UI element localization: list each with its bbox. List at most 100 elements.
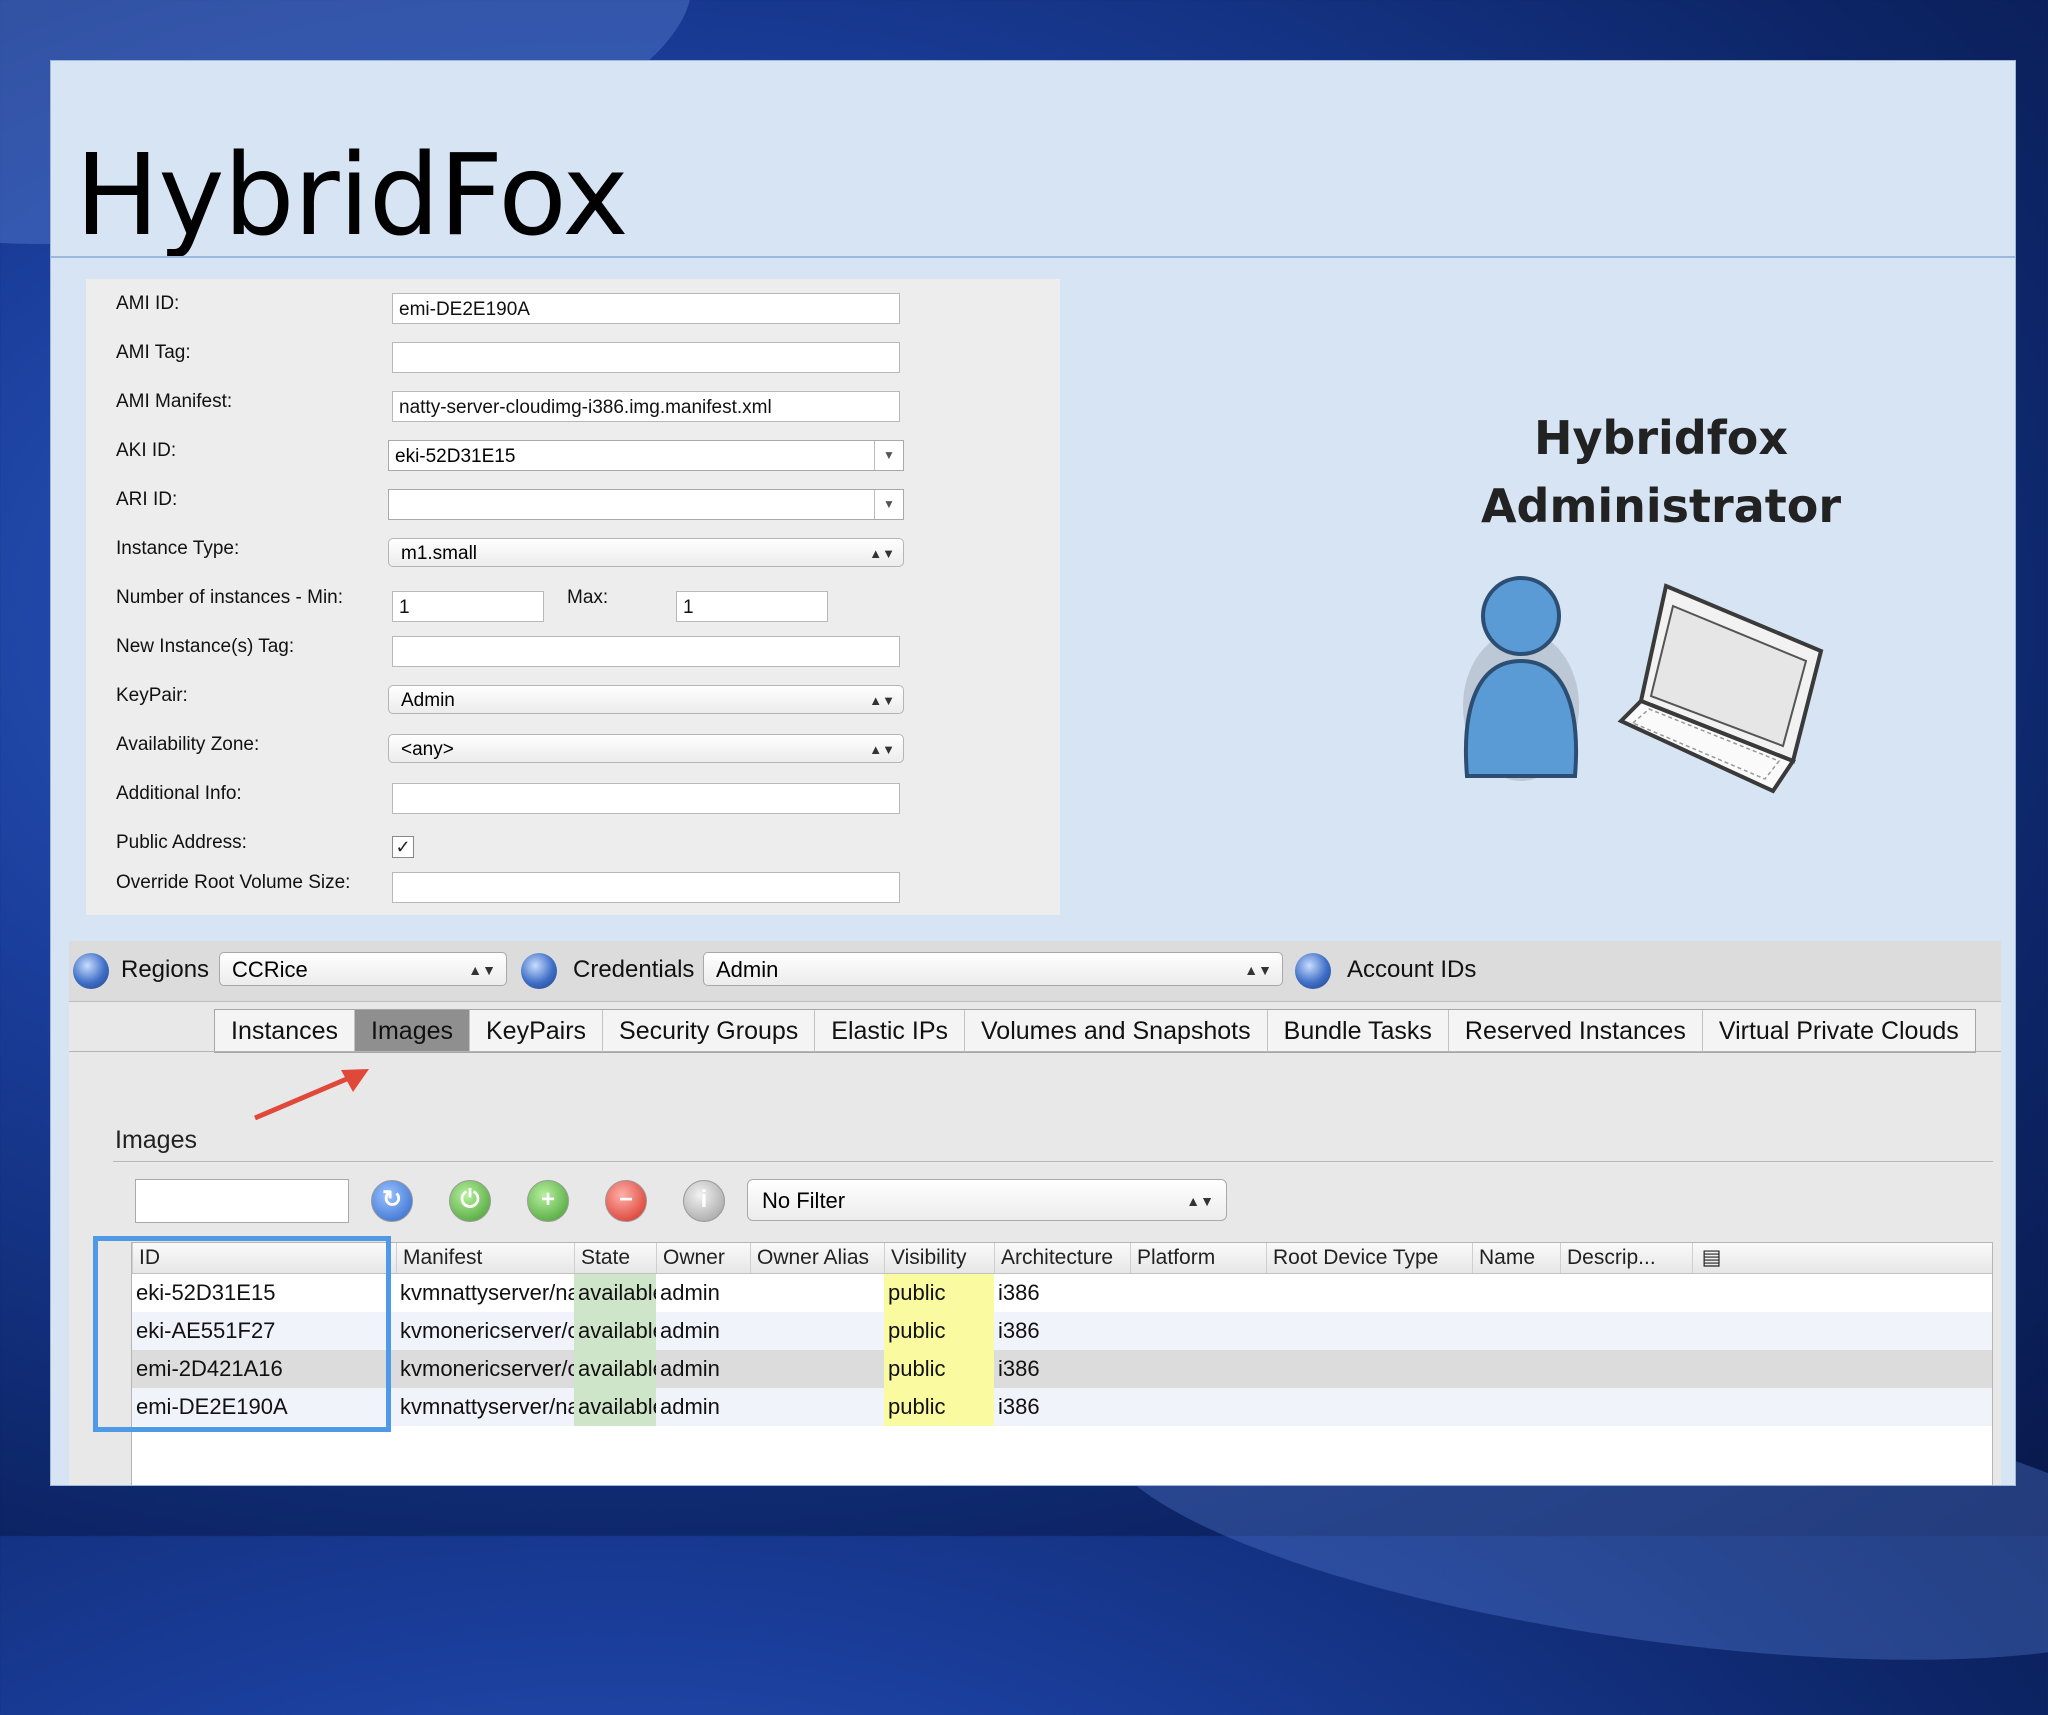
cell-architecture: i386: [998, 1318, 1040, 1343]
tab-images[interactable]: Images: [355, 1010, 470, 1052]
updown-arrows-icon: ▲▼: [468, 962, 496, 978]
table-row[interactable]: eki-AE551F27 kvmonericserver/onei... ava…: [132, 1312, 1992, 1350]
table-row[interactable]: emi-DE2E190A kvmnattyserver/natty... ava…: [132, 1388, 1992, 1426]
column-header-architecture[interactable]: Architecture: [994, 1243, 1130, 1273]
column-header-visibility[interactable]: Visibility: [884, 1243, 994, 1273]
tab-bundle-tasks[interactable]: Bundle Tasks: [1268, 1010, 1449, 1052]
tab-reserved-instances[interactable]: Reserved Instances: [1449, 1010, 1703, 1052]
images-search-input[interactable]: [135, 1179, 349, 1223]
cell-manifest: kvmonericserver/onei...: [400, 1356, 574, 1381]
tab-volumes-snapshots[interactable]: Volumes and Snapshots: [965, 1010, 1268, 1052]
slide-title: HybridFox: [75, 131, 629, 261]
column-header-root-device-type[interactable]: Root Device Type: [1266, 1243, 1472, 1273]
additional-info-field[interactable]: [392, 783, 900, 814]
cell-manifest: kvmonericserver/onei...: [400, 1318, 574, 1343]
illustration-title-line1: Hybridfox: [1533, 411, 1789, 465]
max-instances-label: Max:: [567, 587, 609, 608]
ami-manifest-label: AMI Manifest:: [116, 391, 233, 412]
keypair-select[interactable]: Admin ▲▼: [388, 685, 904, 714]
cell-owner-alias: [750, 1312, 884, 1350]
section-divider: [113, 1161, 1993, 1162]
account-ids-button[interactable]: Account IDs: [1347, 956, 1476, 984]
cell-owner: admin: [660, 1394, 720, 1419]
tab-instances[interactable]: Instances: [215, 1010, 356, 1052]
max-instances-field[interactable]: 1: [676, 591, 828, 622]
table-header: ID Manifest State Owner Owner Alias Visi…: [132, 1243, 1992, 1274]
override-root-label: Override Root Volume Size:: [116, 872, 351, 893]
availability-zone-select[interactable]: <any> ▲▼: [388, 734, 904, 763]
cell-owner-alias: [750, 1274, 884, 1312]
ari-id-combobox[interactable]: ▼: [388, 489, 904, 520]
credentials-value: Admin: [716, 957, 779, 982]
plus-icon: +: [540, 1186, 555, 1213]
cell-visibility: public: [884, 1388, 994, 1426]
column-header-owner[interactable]: Owner: [656, 1243, 750, 1273]
cell-architecture: i386: [998, 1394, 1040, 1419]
cell-state: available: [574, 1350, 656, 1388]
aki-id-value: eki-52D31E15: [395, 446, 516, 467]
instance-type-label: Instance Type:: [116, 538, 240, 559]
cell-visibility: public: [884, 1350, 994, 1388]
additional-info-label: Additional Info:: [116, 783, 242, 804]
column-header-owner-alias[interactable]: Owner Alias: [750, 1243, 884, 1273]
ami-id-label: AMI ID:: [116, 293, 180, 314]
illustration-title-line2: Administrator: [1480, 479, 1842, 533]
form-row-keypair: KeyPair: Admin ▲▼: [86, 683, 1060, 719]
account-ids-icon[interactable]: [1295, 953, 1331, 989]
updown-arrows-icon: ▲▼: [1186, 1193, 1214, 1209]
tab-virtual-private-clouds[interactable]: Virtual Private Clouds: [1703, 1010, 1975, 1052]
globe-icon: [73, 953, 109, 989]
image-filter-select[interactable]: No Filter ▲▼: [747, 1179, 1227, 1221]
launch-form-panel: AMI ID: emi-DE2E190A AMI Tag: AMI Manife…: [86, 279, 1060, 915]
credentials-select[interactable]: Admin ▲▼: [703, 952, 1283, 986]
ami-tag-field[interactable]: [392, 342, 900, 373]
public-address-checkbox[interactable]: ✓: [392, 836, 414, 858]
chevron-down-icon[interactable]: ▼: [874, 441, 903, 470]
table-row[interactable]: eki-52D31E15 kvmnattyserver/natty... ava…: [132, 1274, 1992, 1312]
override-root-field[interactable]: [392, 872, 900, 903]
form-row-num-instances: Number of instances - Min: 1 Max: 1: [86, 585, 1060, 622]
column-header-platform[interactable]: Platform: [1130, 1243, 1266, 1273]
app-toolbar: Regions CCRice ▲▼ Credentials Admin ▲▼ A…: [69, 941, 2001, 1002]
cell-manifest: kvmnattyserver/natty...: [400, 1394, 574, 1419]
form-row-aki-id: AKI ID: eki-52D31E15 ▼: [86, 438, 1060, 474]
column-header-name[interactable]: Name: [1472, 1243, 1560, 1273]
tab-keypairs[interactable]: KeyPairs: [470, 1010, 604, 1052]
instance-type-select[interactable]: m1.small ▲▼: [388, 538, 904, 567]
refresh-icon: ↻: [381, 1186, 403, 1213]
table-row[interactable]: emi-2D421A16 kvmonericserver/onei... ava…: [132, 1350, 1992, 1388]
num-instances-label: Number of instances - Min:: [116, 587, 344, 608]
keypair-label: KeyPair:: [116, 685, 188, 706]
column-header-state[interactable]: State: [574, 1243, 656, 1273]
form-row-public-address: Public Address: ✓: [86, 830, 1060, 866]
aki-id-combobox[interactable]: eki-52D31E15 ▼: [388, 440, 904, 471]
updown-arrows-icon: ▲▼: [1244, 962, 1272, 978]
deregister-image-button[interactable]: −: [605, 1180, 647, 1222]
ami-manifest-field[interactable]: natty-server-cloudimg-i386.img.manifest.…: [392, 391, 900, 422]
chevron-down-icon[interactable]: ▼: [874, 490, 903, 519]
launch-instance-button[interactable]: ⏻: [449, 1180, 491, 1222]
form-row-additional-info: Additional Info:: [86, 781, 1060, 817]
column-header-manifest[interactable]: Manifest: [396, 1243, 574, 1273]
column-header-description[interactable]: Descrip...: [1560, 1243, 1692, 1273]
user-person-icon: [1463, 576, 1579, 781]
ami-id-field[interactable]: emi-DE2E190A: [392, 293, 900, 324]
availability-zone-label: Availability Zone:: [116, 734, 260, 755]
cell-visibility: public: [884, 1274, 994, 1312]
credentials-icon[interactable]: [521, 953, 557, 989]
new-instance-tag-field[interactable]: [392, 636, 900, 667]
laptop-icon: [1617, 583, 1824, 794]
min-instances-field[interactable]: 1: [392, 591, 544, 622]
credentials-label: Credentials: [573, 956, 695, 983]
regions-value: CCRice: [232, 957, 308, 982]
register-image-button[interactable]: +: [527, 1180, 569, 1222]
form-row-availability-zone: Availability Zone: <any> ▲▼: [86, 732, 1060, 768]
form-row-ami-id: AMI ID: emi-DE2E190A: [86, 291, 1060, 327]
refresh-button[interactable]: ↻: [371, 1180, 413, 1222]
regions-select[interactable]: CCRice ▲▼: [219, 952, 507, 986]
column-picker-icon[interactable]: ▤: [1692, 1243, 1730, 1273]
tab-elastic-ips[interactable]: Elastic IPs: [815, 1010, 965, 1052]
availability-zone-value: <any>: [401, 739, 454, 760]
tab-security-groups[interactable]: Security Groups: [603, 1010, 816, 1052]
image-info-button[interactable]: i: [683, 1180, 725, 1222]
